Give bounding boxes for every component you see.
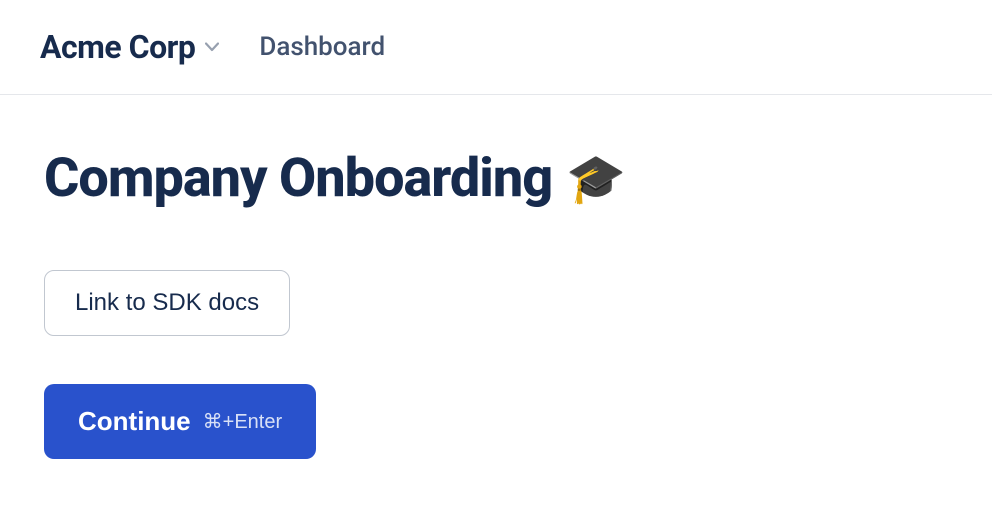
- continue-button-label: Continue: [78, 406, 191, 437]
- nav-dashboard[interactable]: Dashboard: [259, 32, 385, 62]
- graduation-cap-icon: 🎓: [566, 155, 626, 203]
- org-selector[interactable]: Acme Corp: [40, 28, 219, 66]
- continue-button[interactable]: Continue ⌘+Enter: [44, 384, 316, 459]
- page-title-wrap: Company Onboarding 🎓: [44, 147, 948, 210]
- main-content: Company Onboarding 🎓 Link to SDK docs Co…: [0, 95, 992, 511]
- link-sdk-docs-button[interactable]: Link to SDK docs: [44, 270, 290, 336]
- chevron-down-icon: [205, 40, 219, 54]
- page-title: Company Onboarding: [44, 147, 552, 210]
- continue-shortcut: ⌘+Enter: [203, 409, 282, 434]
- org-name: Acme Corp: [40, 28, 195, 66]
- header-bar: Acme Corp Dashboard: [0, 0, 992, 95]
